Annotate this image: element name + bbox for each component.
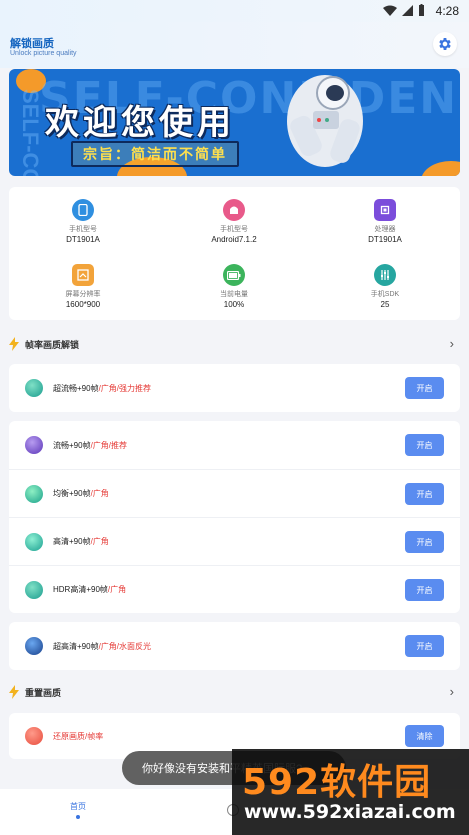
info-resolution: 屏幕分辨率 1600*900 — [23, 264, 143, 309]
clear-button[interactable]: 清除 — [405, 725, 444, 747]
welcome-banner[interactable]: SELF-CONFIDEN SELF-CONF 欢迎您使用 宗旨：简洁而不简单 — [9, 69, 460, 176]
enable-button[interactable]: 开启 — [405, 377, 444, 399]
info-processor: 处理器 DT1901A — [325, 199, 445, 244]
astronaut-illustration — [287, 75, 363, 167]
banner-side-text: SELF-CONF — [18, 89, 43, 176]
info-label: 当前电量 — [220, 291, 248, 298]
info-label: 手机SDK — [370, 291, 400, 298]
info-label: 处理器 — [374, 226, 396, 233]
section-frame-unlock[interactable]: 帧率画质解锁 › — [9, 334, 460, 354]
device-info-card: 手机型号 DT1901A 手机型号 Android7.1.2 处理器 DT190… — [9, 187, 460, 320]
app-header: 解锁画质 Unlock picture quality — [0, 22, 469, 68]
info-value: 25 — [380, 300, 390, 309]
banner-slogan: 宗旨：简洁而不简单 — [71, 141, 239, 167]
status-bar: 4:28 — [0, 0, 469, 22]
frame-option-row: 高清+90帧/广角 开启 — [9, 517, 460, 565]
option-label: 超流畅+90帧/广角/强力推荐 — [53, 383, 152, 393]
option-icon — [25, 727, 43, 745]
info-label: 手机型号 — [69, 226, 97, 233]
banner-title: 欢迎您使用 — [45, 103, 235, 143]
status-time: 4:28 — [435, 4, 459, 18]
frame-option-row: 流畅+90帧/广角/推荐 开启 — [9, 421, 460, 469]
lightning-icon — [9, 685, 19, 699]
info-value: DT1901A — [66, 235, 100, 244]
enable-button[interactable]: 开启 — [405, 531, 444, 553]
gear-icon — [439, 38, 451, 50]
page-title: 解锁画质 — [10, 38, 54, 50]
option-label: 均衡+90帧/广角 — [53, 489, 109, 498]
info-value: DT1901A — [368, 235, 402, 244]
phone-icon — [72, 199, 94, 221]
screen-icon — [72, 264, 94, 286]
enable-button[interactable]: 开启 — [405, 579, 444, 601]
option-icon — [25, 436, 43, 454]
info-label: 手机型号 — [220, 226, 248, 233]
nav-home-label: 首页 — [70, 802, 86, 811]
info-battery: 当前电量 100% — [174, 264, 294, 309]
page-subtitle: Unlock picture quality — [10, 50, 77, 57]
option-label: 超高清+90帧/广角/水面反光 — [53, 641, 152, 651]
info-value: 100% — [223, 300, 245, 309]
frame-option-row: 超高清+90帧/广角/水面反光 开启 — [9, 622, 460, 670]
watermark-overlay: 592软件园 www.592xiazai.com — [232, 749, 469, 835]
section-title: 重置画质 — [25, 687, 62, 698]
status-icons — [383, 4, 425, 16]
option-icon — [25, 637, 43, 655]
frame-option-row: HDR高清+90帧/广角 开启 — [9, 565, 460, 613]
option-icon — [25, 532, 43, 551]
chevron-right-icon[interactable]: › — [450, 336, 454, 351]
section-reset-quality[interactable]: 重置画质 › — [9, 682, 460, 702]
frame-option-row: 均衡+90帧/广角 开启 — [9, 469, 460, 517]
sliders-icon — [374, 264, 396, 286]
watermark-logo: 592软件园 — [242, 762, 432, 803]
option-icon — [25, 379, 43, 397]
banner-orb — [421, 161, 460, 176]
frame-option-card: 超高清+90帧/广角/水面反光 开启 — [9, 622, 460, 670]
option-icon — [25, 484, 43, 503]
battery-icon — [223, 264, 245, 286]
settings-button[interactable] — [433, 32, 457, 56]
info-value: Android7.1.2 — [211, 235, 257, 244]
signal-icon — [402, 4, 413, 16]
option-label: HDR高清+90帧/广角 — [53, 585, 127, 594]
option-label: 流畅+90帧/广角/推荐 — [53, 440, 128, 450]
option-label: 高清+90帧/广角 — [53, 537, 109, 546]
info-value: 1600*900 — [65, 300, 101, 309]
chevron-right-icon[interactable]: › — [450, 684, 454, 699]
section-title: 帧率画质解锁 — [25, 339, 80, 350]
enable-button[interactable]: 开启 — [405, 483, 444, 505]
enable-button[interactable]: 开启 — [405, 434, 444, 456]
frame-option-row: 超流畅+90帧/广角/强力推荐 开启 — [9, 364, 460, 412]
frame-option-card: 超流畅+90帧/广角/强力推荐 开启 — [9, 364, 460, 412]
nav-home-tab[interactable]: 首页 — [58, 801, 98, 819]
info-phone-model: 手机型号 DT1901A — [23, 199, 143, 244]
option-icon — [25, 580, 43, 599]
chip-icon — [374, 199, 396, 221]
info-sdk: 手机SDK 25 — [325, 264, 445, 309]
info-android-version: 手机型号 Android7.1.2 — [174, 199, 294, 244]
lightning-icon — [9, 337, 19, 351]
watermark-url: www.592xiazai.com — [244, 801, 456, 823]
info-label: 屏幕分辨率 — [65, 291, 101, 298]
enable-button[interactable]: 开启 — [405, 635, 444, 657]
frame-option-card: 流畅+90帧/广角/推荐 开启 均衡+90帧/广角 开启 高清+90帧/广角 开… — [9, 421, 460, 613]
wifi-icon — [383, 5, 397, 16]
active-indicator — [76, 815, 80, 819]
battery-status-icon — [419, 4, 424, 16]
option-label: 还原画质/帧率 — [53, 731, 104, 741]
android-icon — [223, 199, 245, 221]
